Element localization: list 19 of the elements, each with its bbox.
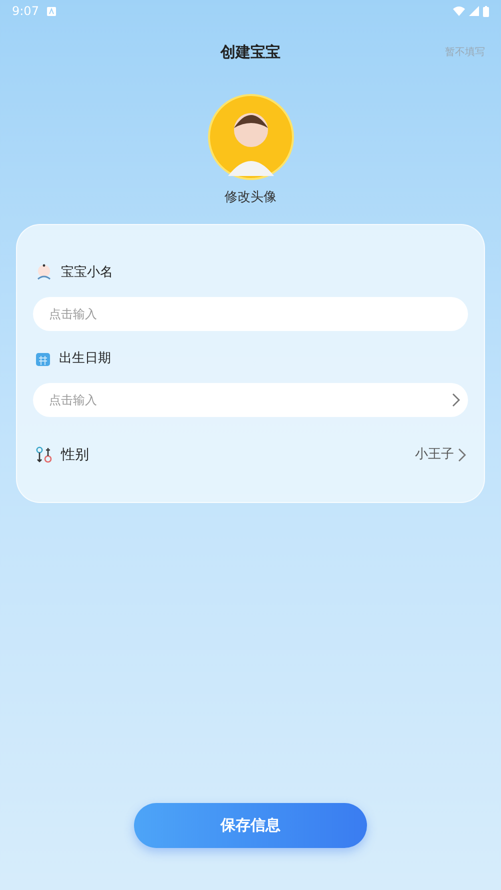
field-label: 出生日期 [59,350,111,368]
baby-icon [35,264,53,282]
notification-icon [46,6,56,16]
battery-icon [483,6,489,16]
page-title: 创建宝宝 [220,42,280,63]
wifi-icon [453,6,465,16]
avatar[interactable] [208,94,294,180]
input-field[interactable]: 点击输入 [33,296,468,330]
signal-icon [469,6,479,16]
change-avatar-link[interactable]: 修改头像 [224,188,276,208]
date-field[interactable]: 点击输入 [33,382,468,416]
status-time: 9:07 [12,3,39,20]
field-label: 性别 [61,446,89,464]
chevron-right-icon [452,392,460,406]
calendar-icon [35,350,51,366]
field-label: 宝宝小名 [61,264,113,282]
gender-select[interactable]: 小王子 [415,445,466,465]
gender-icon [35,446,53,464]
chevron-right-icon [458,448,466,462]
